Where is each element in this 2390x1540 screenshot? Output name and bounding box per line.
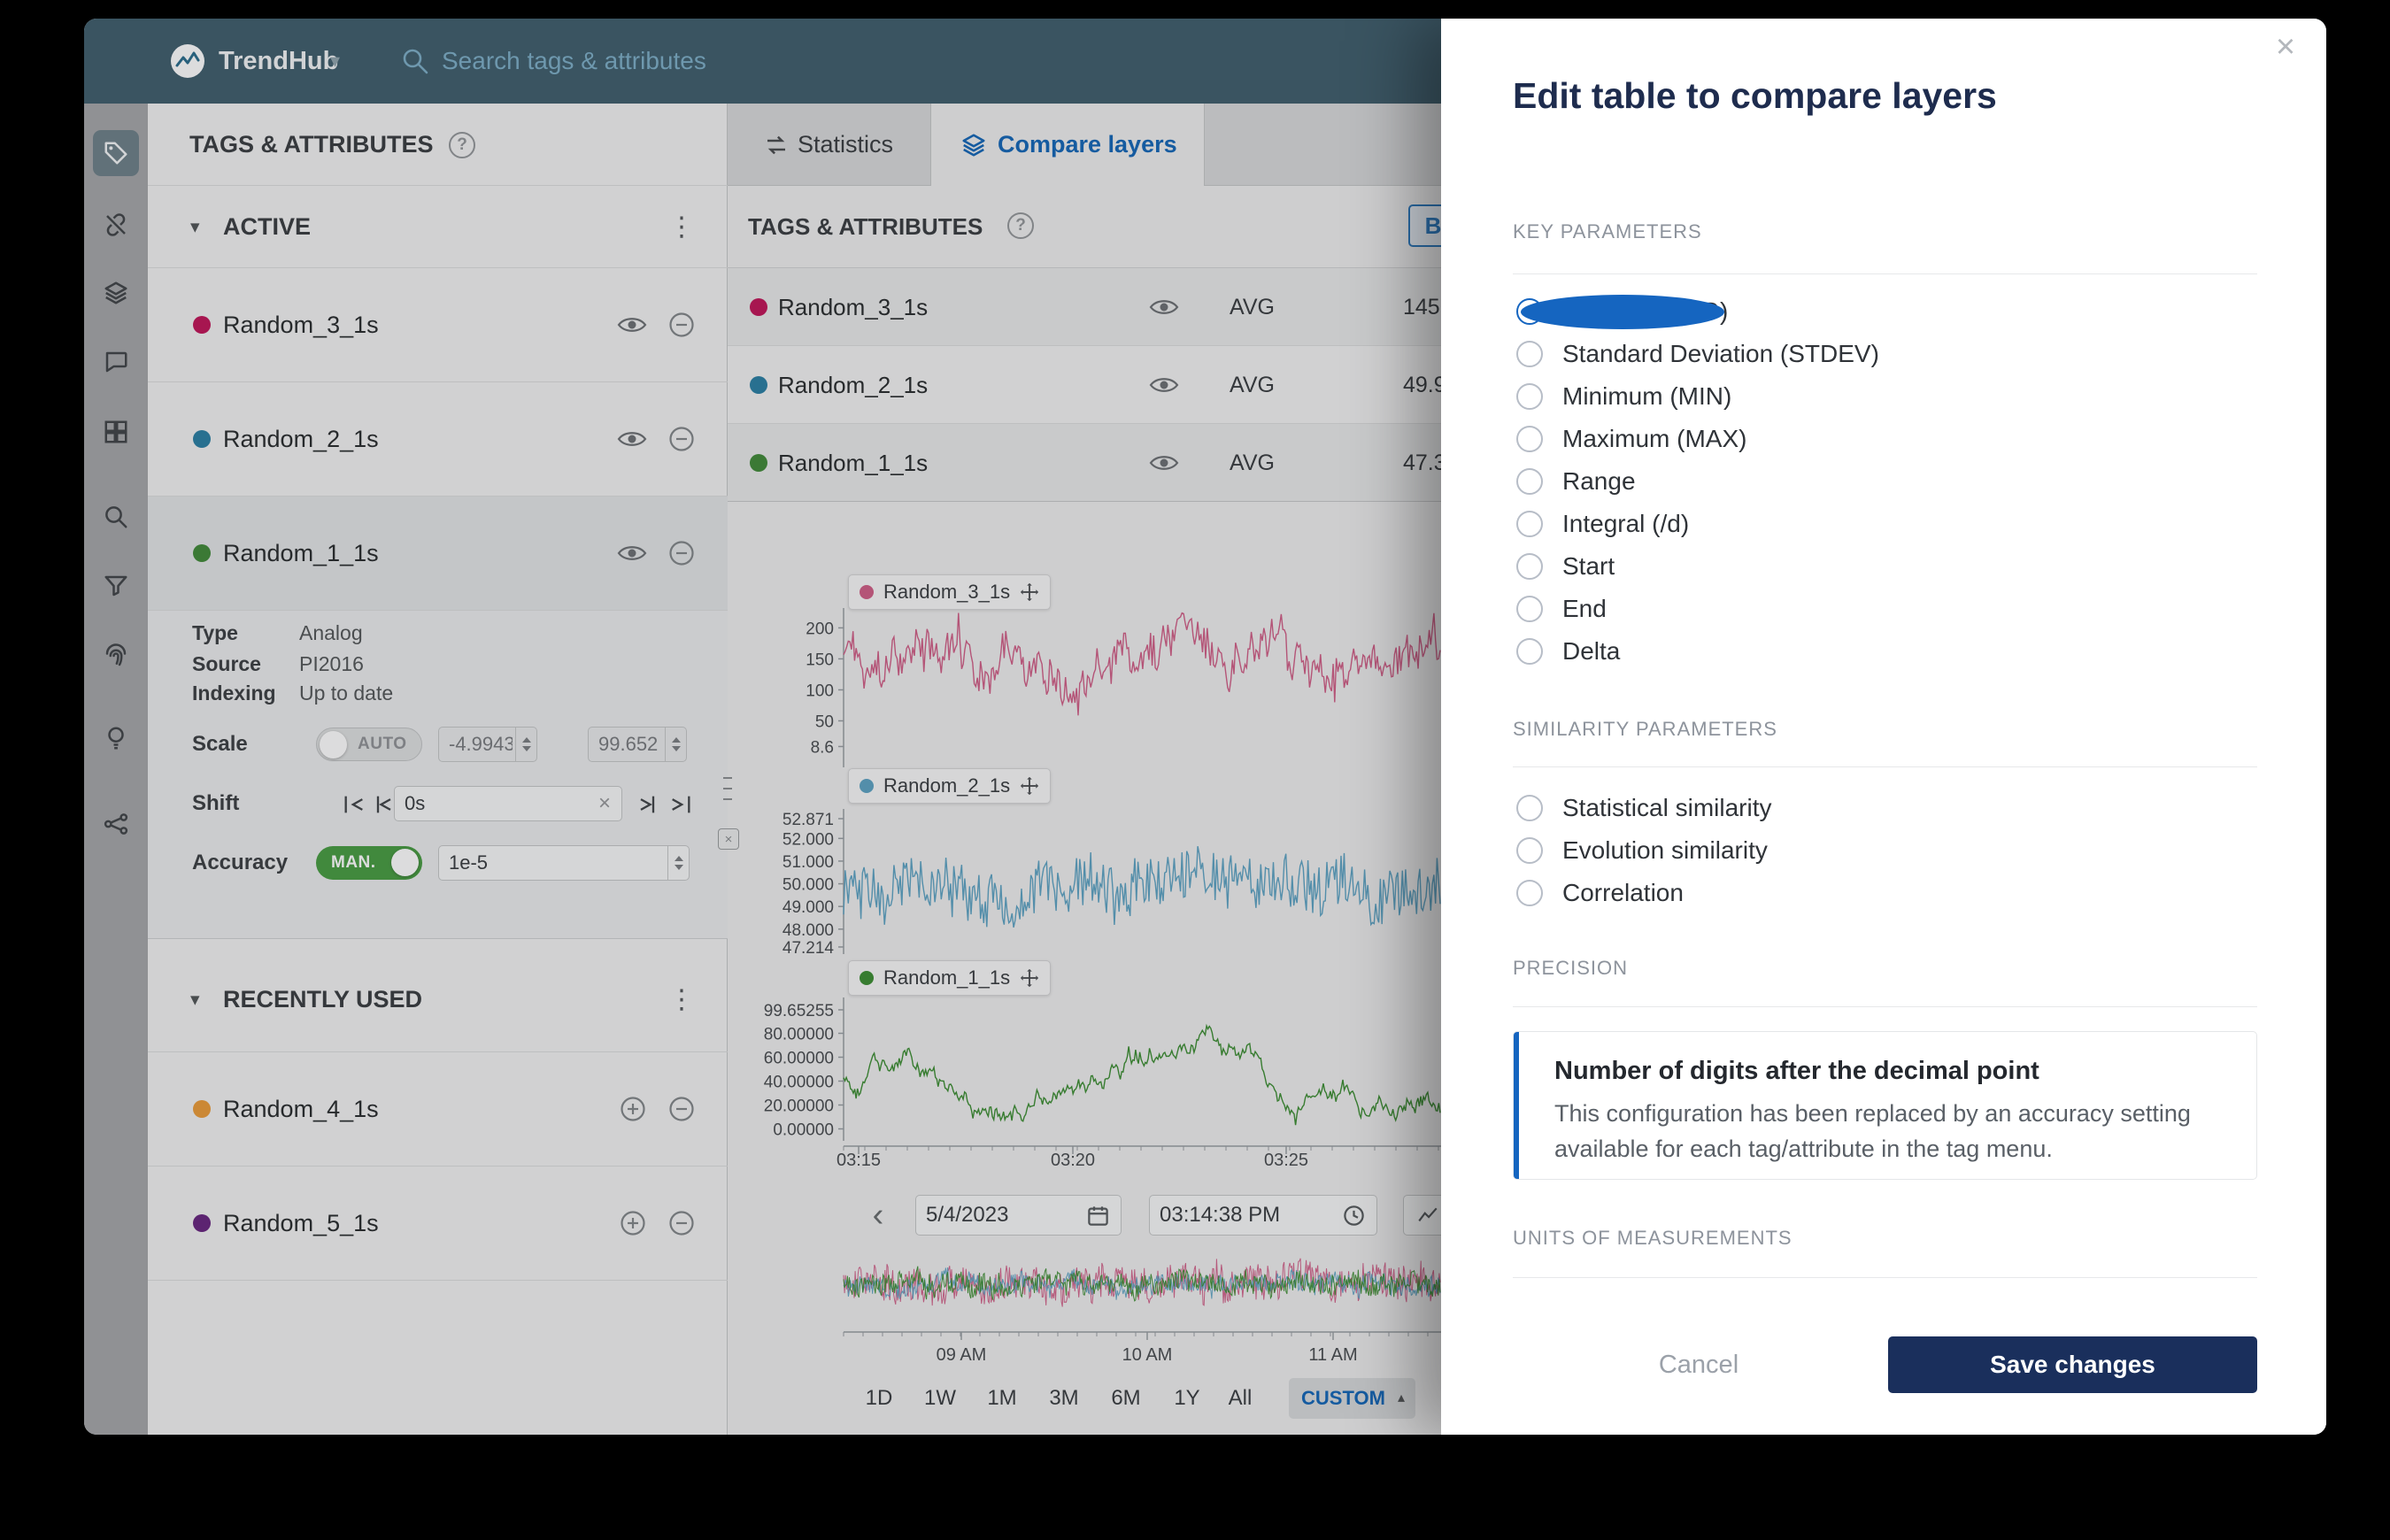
- radio-option-delta[interactable]: Delta: [1516, 630, 1620, 673]
- note-body: This configuration has been replaced by …: [1554, 1096, 2229, 1167]
- section-label-similarity: SIMILARITY PARAMETERS: [1513, 717, 1777, 742]
- radio-icon: [1516, 511, 1543, 537]
- note-title: Number of digits after the decimal point: [1554, 1057, 2039, 1086]
- divider: [1513, 1006, 2257, 1007]
- section-label-precision: PRECISION: [1513, 956, 1628, 981]
- cancel-button[interactable]: Cancel: [1646, 1336, 1752, 1393]
- radio-option-end[interactable]: End: [1516, 588, 1607, 630]
- close-icon[interactable]: ×: [2266, 27, 2305, 66]
- radio-label: Minimum (MIN): [1562, 382, 1731, 411]
- radio-option-stdev[interactable]: Standard Deviation (STDEV): [1516, 333, 1879, 375]
- radio-option-start[interactable]: Start: [1516, 545, 1615, 588]
- radio-option-min[interactable]: Minimum (MIN): [1516, 375, 1731, 418]
- save-changes-button[interactable]: Save changes: [1888, 1336, 2257, 1393]
- radio-label: Integral (/d): [1562, 510, 1689, 538]
- divider: [1513, 1277, 2257, 1278]
- radio-option-average[interactable]: Average (AVG): [1516, 290, 1728, 333]
- radio-icon: [1516, 795, 1543, 821]
- radio-label: End: [1562, 595, 1607, 623]
- radio-icon: [1516, 426, 1543, 452]
- radio-icon: [1516, 383, 1543, 410]
- radio-option-statistical-similarity[interactable]: Statistical similarity: [1516, 787, 1771, 829]
- radio-label: Correlation: [1562, 879, 1684, 907]
- precision-note: Number of digits after the decimal point…: [1513, 1031, 2257, 1180]
- radio-icon: [1516, 596, 1543, 622]
- radio-icon: [1516, 638, 1543, 665]
- radio-icon: [1516, 341, 1543, 367]
- app-window: TrendHub ▾ Search tags & attributes: [84, 19, 2326, 1435]
- radio-label: Range: [1562, 467, 1636, 496]
- divider: [1513, 273, 2257, 274]
- note-accent-bar: [1514, 1032, 1519, 1180]
- radio-label: Maximum (MAX): [1562, 425, 1746, 453]
- section-label-key-parameters: KEY PARAMETERS: [1513, 219, 1702, 244]
- modal-backdrop: [84, 19, 1441, 1435]
- radio-option-max[interactable]: Maximum (MAX): [1516, 418, 1746, 460]
- radio-label: Evolution similarity: [1562, 836, 1768, 865]
- edit-table-modal: × Edit table to compare layers KEY PARAM…: [1441, 19, 2326, 1435]
- radio-icon: [1516, 298, 1543, 325]
- radio-icon: [1516, 468, 1543, 495]
- radio-option-integral[interactable]: Integral (/d): [1516, 503, 1689, 545]
- radio-label: Standard Deviation (STDEV): [1562, 340, 1879, 368]
- radio-label: Start: [1562, 552, 1615, 581]
- radio-option-correlation[interactable]: Correlation: [1516, 872, 1684, 914]
- radio-option-evolution-similarity[interactable]: Evolution similarity: [1516, 829, 1768, 872]
- radio-icon: [1516, 837, 1543, 864]
- radio-icon: [1516, 880, 1543, 906]
- radio-icon: [1516, 553, 1543, 580]
- radio-option-range[interactable]: Range: [1516, 460, 1636, 503]
- radio-label: Statistical similarity: [1562, 794, 1771, 822]
- radio-label: Delta: [1562, 637, 1620, 666]
- section-label-units: UNITS OF MEASUREMENTS: [1513, 1226, 1792, 1251]
- divider: [1513, 766, 2257, 767]
- modal-title: Edit table to compare layers: [1513, 75, 1997, 117]
